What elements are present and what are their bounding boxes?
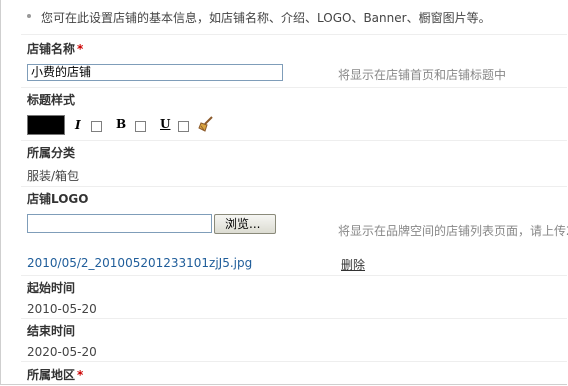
category-value: 服装/箱包 (27, 169, 80, 183)
broom-icon[interactable] (197, 115, 215, 133)
italic-checkbox[interactable] (91, 121, 102, 132)
region-label: 所属地区 * (27, 368, 84, 382)
settings-panel: 您可在此设置店铺的基本信息，如店铺名称、介绍、LOGO、Banner、橱窗图片等… (0, 0, 568, 385)
underline-label: U (160, 117, 171, 131)
shop-name-label: 店铺名称 * (27, 42, 84, 56)
logo-file-input[interactable] (27, 214, 212, 233)
end-time-value: 2020-05-20 (27, 345, 97, 359)
title-color-picker[interactable] (27, 115, 65, 135)
bullet-icon (27, 14, 31, 18)
underline-checkbox[interactable] (178, 121, 189, 132)
start-time-label: 起始时间 (27, 281, 76, 295)
required-mark: * (77, 42, 84, 56)
bold-label: B (116, 117, 127, 131)
delete-link[interactable]: 删除 (341, 256, 365, 273)
browse-button[interactable]: 浏览... (214, 214, 276, 234)
title-style-label: 标题样式 (27, 93, 76, 107)
italic-label: I (75, 118, 81, 132)
shop-logo-hint: 将显示在品牌空间的店铺列表页面，请上传2 (338, 224, 568, 238)
start-time-value: 2010-05-20 (27, 302, 97, 316)
shop-logo-label: 店铺LOGO (27, 192, 89, 206)
end-time-label: 结束时间 (27, 324, 76, 338)
shop-name-input[interactable]: 小费的店铺 (27, 64, 283, 81)
required-mark: * (77, 368, 84, 382)
bold-checkbox[interactable] (135, 121, 146, 132)
intro-text: 您可在此设置店铺的基本信息，如店铺名称、介绍、LOGO、Banner、橱窗图片等… (41, 11, 491, 25)
logo-file-link[interactable]: 2010/05/2_201005201233101zjJ5.jpg (27, 256, 252, 270)
shop-name-hint: 将显示在店铺首页和店铺标题中 (338, 68, 507, 82)
category-label: 所属分类 (27, 146, 76, 160)
